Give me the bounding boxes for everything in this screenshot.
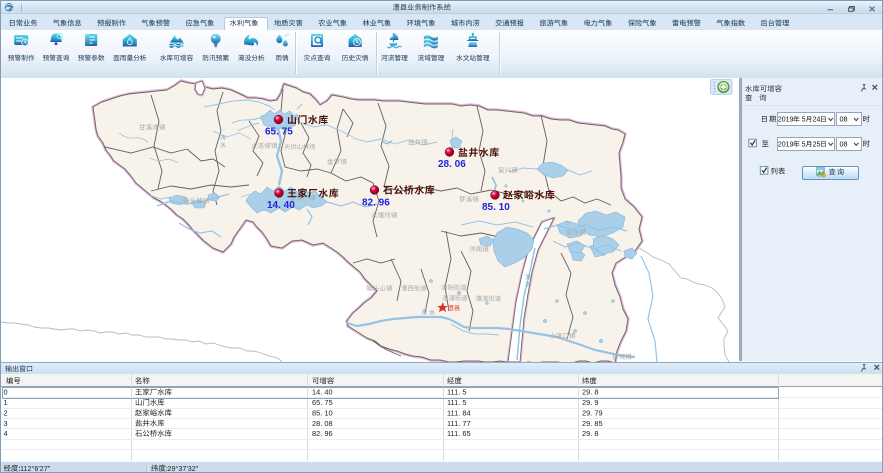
svg-text:65. 75: 65. 75 (265, 127, 293, 138)
svg-text:85. 10: 85. 10 (482, 202, 510, 213)
svg-text:82. 96: 82. 96 (362, 198, 390, 209)
svg-text:28. 06: 28. 06 (438, 159, 466, 170)
svg-text:14. 40: 14. 40 (267, 200, 295, 211)
